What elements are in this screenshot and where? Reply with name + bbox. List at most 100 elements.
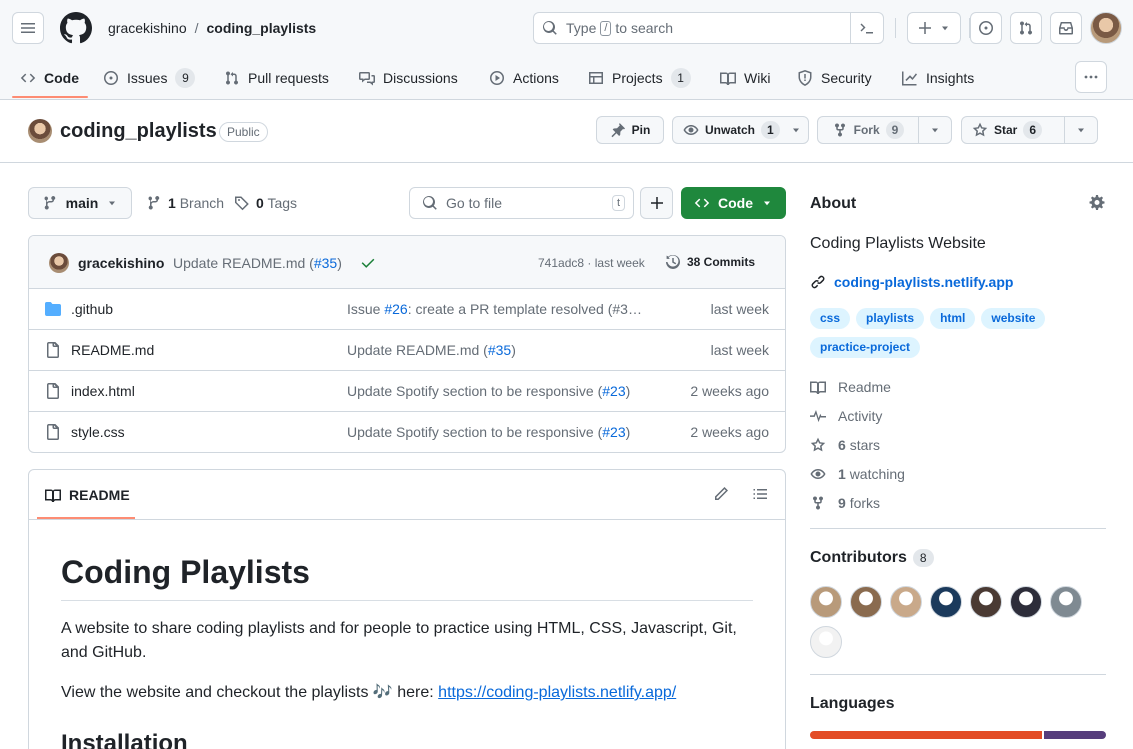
pull-requests-shortcut-button[interactable] (1010, 12, 1042, 44)
branches-label: Branch (179, 195, 225, 211)
topic-tag[interactable]: website (981, 308, 1046, 329)
readme-heading: Coding Playlists (61, 552, 753, 601)
unwatch-button[interactable]: Unwatch 1 (672, 116, 809, 144)
forks-link[interactable]: 9 forks (810, 495, 880, 511)
file-name-link[interactable]: index.html (71, 383, 135, 399)
file-commit-issue-link[interactable]: #35 (488, 342, 511, 358)
contributor-avatar[interactable] (930, 586, 962, 618)
create-new-button[interactable] (907, 12, 961, 44)
file-name-link[interactable]: README.md (71, 342, 154, 358)
menu-button[interactable] (12, 12, 44, 44)
commit-hash-and-time[interactable]: 741adc8 · last week (538, 255, 645, 271)
contributor-avatar[interactable] (890, 586, 922, 618)
tab-security[interactable]: Security (797, 56, 872, 100)
website-link[interactable]: coding-playlists.netlify.app (810, 274, 1013, 290)
topic-tag[interactable]: playlists (856, 308, 925, 329)
file-commit-issue-link[interactable]: #23 (602, 424, 625, 440)
tags-link[interactable]: 0 Tags (234, 187, 297, 219)
contributor-avatar[interactable] (970, 586, 1002, 618)
command-palette-button[interactable] (850, 13, 883, 43)
file-name-link[interactable]: style.css (71, 424, 125, 440)
tab-projects[interactable]: Projects 1 (588, 56, 691, 100)
owner-avatar[interactable] (28, 119, 52, 143)
branches-link[interactable]: 1 Branch (146, 187, 224, 219)
table-icon (589, 72, 603, 84)
tab-insights[interactable]: Insights (902, 56, 974, 100)
fork-dropdown-button[interactable] (918, 116, 952, 144)
fork-label: Fork (853, 123, 880, 137)
tab-projects-counter: 1 (670, 68, 691, 88)
edit-readme-button[interactable] (713, 486, 729, 502)
user-avatar[interactable] (1090, 12, 1122, 44)
watching-link[interactable]: 1 watching (810, 466, 905, 482)
file-commit-issue-link[interactable]: #26 (384, 301, 407, 317)
file-commit-message[interactable]: Update Spotify section to be responsive … (347, 424, 653, 440)
go-to-file-input[interactable]: Go to file t (409, 187, 634, 219)
global-header: gracekishino / coding_playlists Type / t… (0, 0, 1133, 100)
commit-pr-link[interactable]: #35 (314, 255, 337, 271)
check-status-icon[interactable] (360, 255, 376, 271)
file-commit-text: Update Spotify section to be responsive … (347, 424, 603, 440)
contributor-avatar[interactable] (850, 586, 882, 618)
code-icon (694, 198, 710, 208)
tab-discussions[interactable]: Discussions (359, 56, 458, 100)
readme-link[interactable]: Readme (810, 379, 891, 395)
commit-history-link[interactable]: 38 Commits (665, 254, 755, 270)
pin-icon (611, 123, 625, 138)
tab-code[interactable]: Code (20, 56, 79, 100)
file-name-link[interactable]: .github (71, 301, 113, 317)
star-dropdown-button[interactable] (1064, 116, 1098, 144)
issues-shortcut-button[interactable] (970, 12, 1002, 44)
pin-label: Pin (631, 123, 651, 137)
file-commit-text: Update README.md ( (347, 342, 488, 358)
contributors-heading[interactable]: Contributors 8 (810, 549, 934, 567)
star-button[interactable]: Star 6 (961, 116, 1065, 144)
activity-link[interactable]: Activity (810, 408, 882, 424)
inbox-button[interactable] (1050, 12, 1082, 44)
file-row: README.md Update README.md (#35) last week (29, 330, 785, 371)
watching-count: 1 (838, 466, 846, 482)
breadcrumb: gracekishino / coding_playlists (108, 18, 316, 38)
file-commit-message[interactable]: Update Spotify section to be responsive … (347, 383, 653, 399)
add-file-button[interactable] (640, 187, 673, 219)
file-commit-message[interactable]: Issue #26: create a PR template resolved… (347, 301, 653, 317)
contributor-avatar[interactable] (810, 586, 842, 618)
breadcrumb-repo-link[interactable]: coding_playlists (207, 20, 317, 36)
commit-author[interactable]: gracekishino (78, 255, 164, 271)
caret-down-icon (932, 128, 938, 133)
contributor-avatar[interactable] (1010, 586, 1042, 618)
pin-button[interactable]: Pin (596, 116, 664, 144)
tab-actions[interactable]: Actions (489, 56, 559, 100)
file-commit-text-tail: ) (625, 424, 631, 440)
tab-code-label: Code (44, 70, 79, 86)
readme-outline-button[interactable] (752, 486, 768, 502)
tab-wiki[interactable]: Wiki (720, 56, 770, 100)
topic-tag[interactable]: practice-project (810, 337, 921, 358)
stars-link[interactable]: 6 stars (810, 437, 880, 453)
topic-tag[interactable]: css (810, 308, 851, 329)
topic-tag[interactable]: html (930, 308, 976, 329)
plus-icon (919, 22, 931, 34)
contributor-avatar[interactable] (810, 626, 842, 658)
github-logo-icon[interactable] (60, 12, 92, 44)
contributor-avatar[interactable] (1050, 586, 1082, 618)
file-commit-text-tail: ) (625, 383, 631, 399)
readme-tab[interactable]: README (45, 487, 130, 503)
branch-select-button[interactable]: main (28, 187, 132, 219)
repo-title[interactable]: coding_playlists (60, 119, 217, 143)
fork-button[interactable]: Fork 9 (817, 116, 919, 144)
more-tabs-button[interactable] (1075, 61, 1107, 93)
contributors-title: Contributors (810, 549, 907, 566)
file-commit-issue-link[interactable]: #23 (602, 383, 625, 399)
breadcrumb-owner-link[interactable]: gracekishino (108, 20, 187, 36)
global-search-input[interactable]: Type / to search (533, 12, 884, 44)
tab-issues[interactable]: Issues 9 (103, 56, 196, 100)
code-clone-button[interactable]: Code (681, 187, 786, 219)
commit-author-avatar[interactable] (49, 253, 69, 273)
branches-count: 1 (168, 195, 176, 211)
tab-pull-requests[interactable]: Pull requests (224, 56, 329, 100)
file-commit-message[interactable]: Update README.md (#35) (347, 342, 653, 358)
readme-website-link[interactable]: https://coding-playlists.netlify.app/ (438, 684, 676, 701)
edit-about-button[interactable] (1089, 195, 1105, 211)
commit-message[interactable]: Update README.md (#35) (173, 255, 342, 271)
